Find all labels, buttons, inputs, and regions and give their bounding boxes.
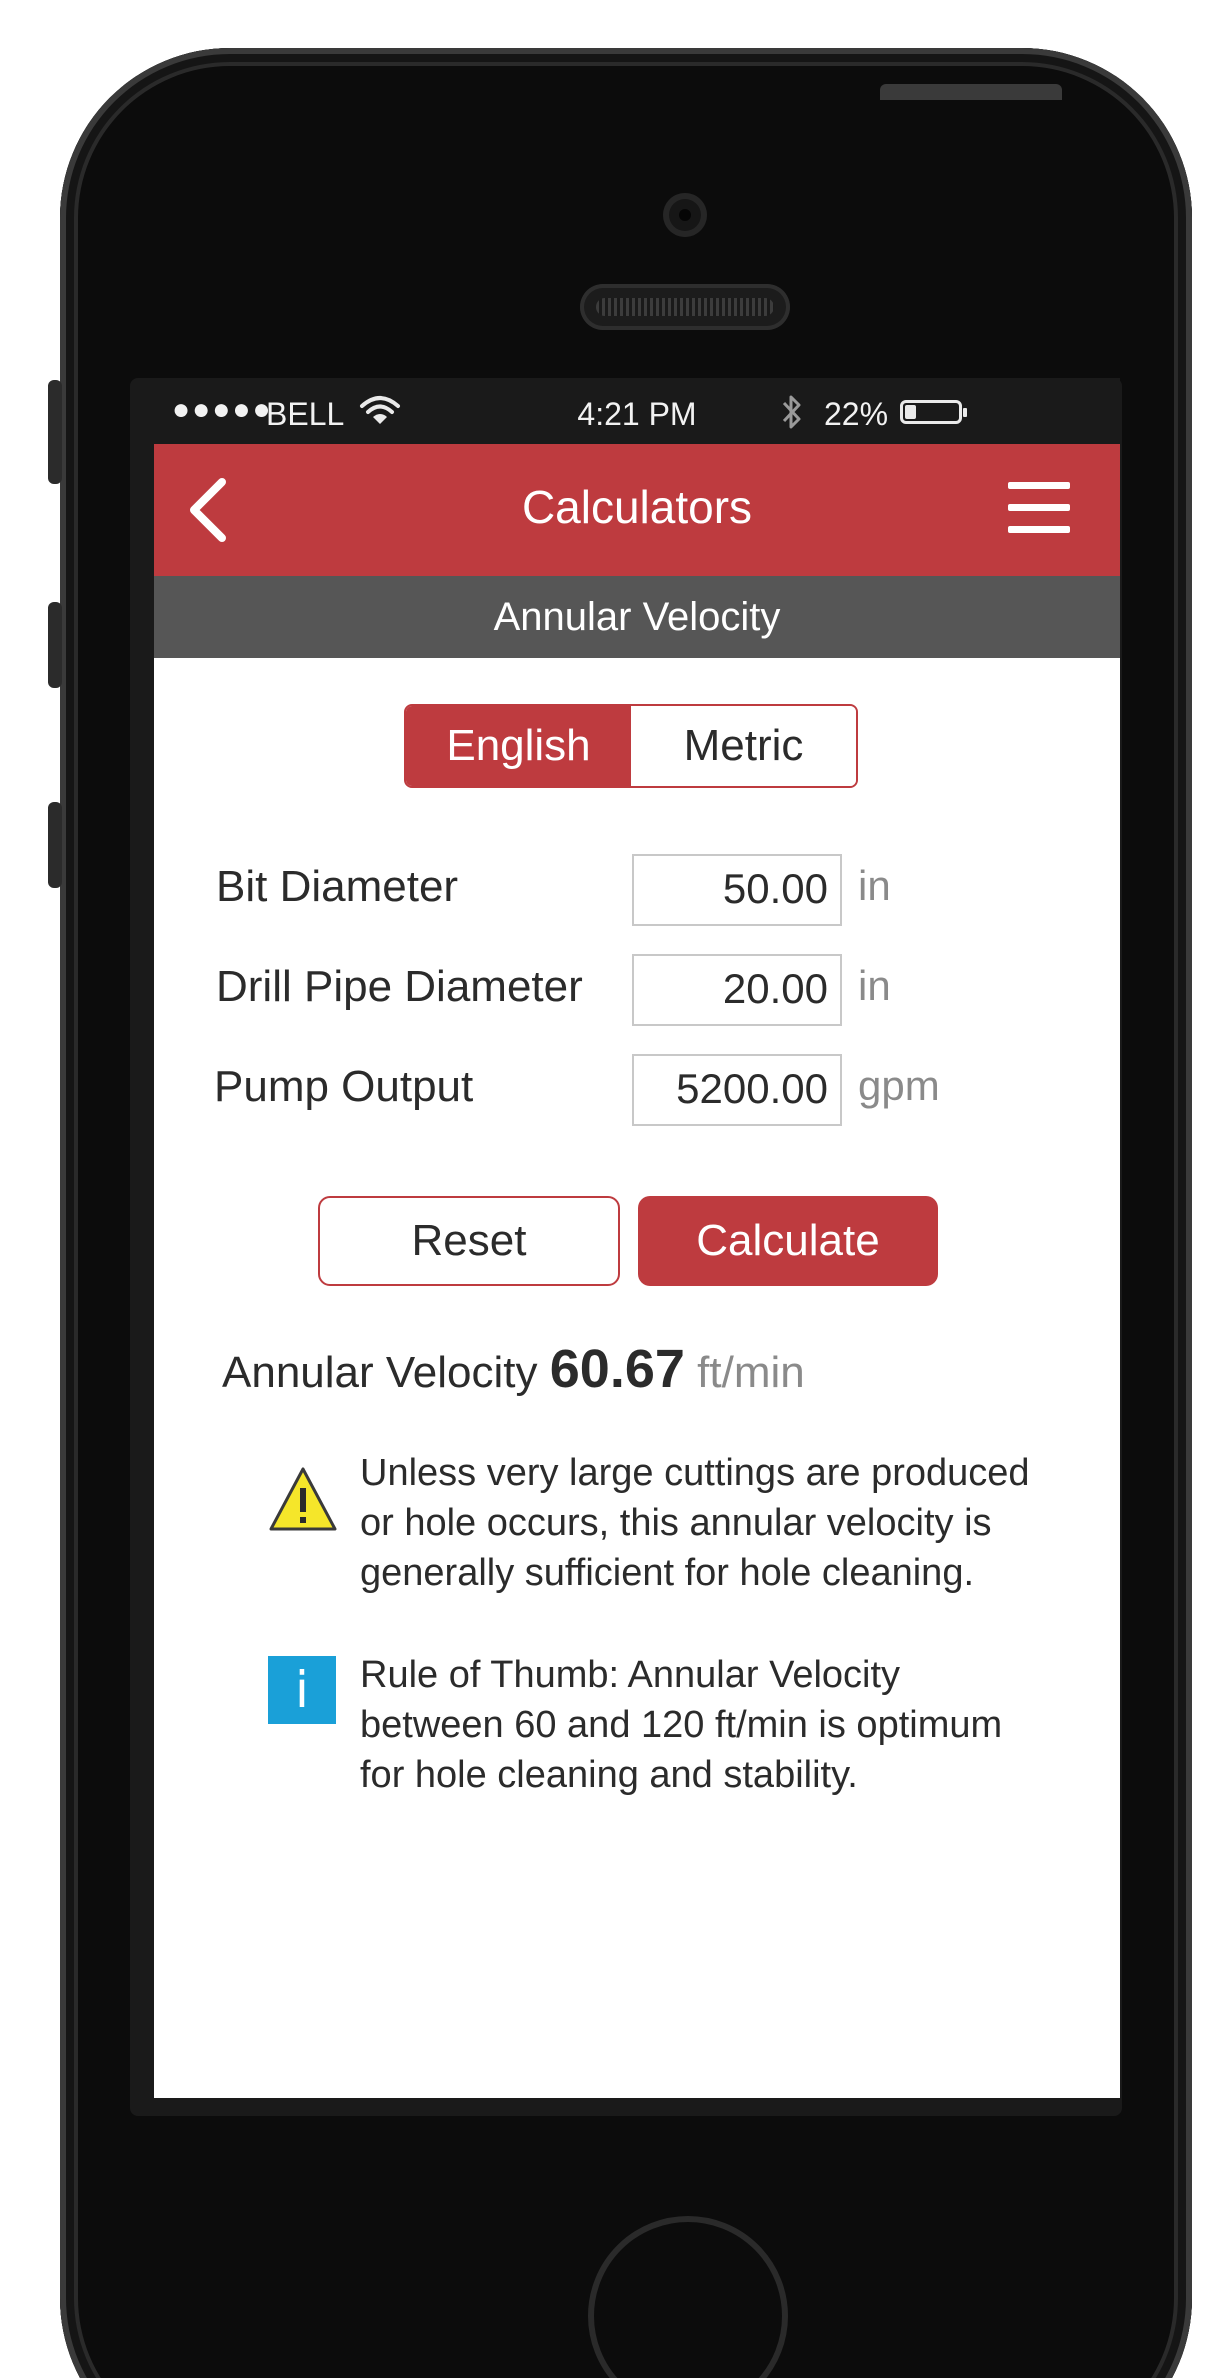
drill-pipe-diameter-unit: in <box>858 962 891 1009</box>
power-button <box>880 84 1062 100</box>
unit-toggle: English Metric <box>404 704 858 788</box>
volume-down-button <box>48 802 62 888</box>
info-line: Rule of Thumb: Annular Velocity <box>360 1654 901 1696</box>
nav-bar: Calculators <box>154 444 1120 576</box>
calculator-title: Annular Velocity <box>154 576 1120 658</box>
drill-pipe-diameter-label: Drill Pipe Diameter <box>216 962 583 1011</box>
warning-line: Unless very large cuttings are produced <box>360 1452 1030 1494</box>
clock: 4:21 PM <box>577 396 697 432</box>
result-label: Annular Velocity <box>222 1348 538 1397</box>
page-title: Calculators <box>521 481 753 533</box>
front-camera <box>663 193 707 237</box>
drill-pipe-diameter-row: Drill Pipe Diameter 20.00 in <box>154 954 1120 1026</box>
info-line: between 60 and 120 ft/min is optimum <box>360 1704 1003 1746</box>
result-line: Annular Velocity 60.67 ft/min <box>222 1338 805 1400</box>
bluetooth-icon <box>782 395 801 429</box>
battery-icon <box>900 400 967 424</box>
result-unit: ft/min <box>697 1348 805 1397</box>
pump-output-input[interactable]: 5200.00 <box>632 1054 842 1126</box>
info-line: for hole cleaning and stability. <box>360 1754 858 1796</box>
mute-switch <box>48 380 62 484</box>
reset-button[interactable]: Reset <box>318 1196 620 1286</box>
warning-line: or hole occurs, this annular velocity is <box>360 1502 992 1544</box>
warning-text: Unless very large cuttings are produced … <box>360 1448 1080 1598</box>
hamburger-menu-icon[interactable] <box>1008 482 1070 534</box>
info-icon: i <box>268 1656 336 1724</box>
result-value: 60.67 <box>549 1339 685 1399</box>
battery-fill <box>905 405 916 419</box>
warning-icon <box>269 1467 337 1531</box>
warning-line: generally sufficient for hole cleaning. <box>360 1552 975 1594</box>
bit-diameter-unit: in <box>858 862 891 909</box>
earpiece-speaker <box>580 284 790 330</box>
pump-output-label: Pump Output <box>214 1062 474 1111</box>
pump-output-row: Pump Output 5200.00 gpm <box>154 1054 1120 1126</box>
app-screen: ●●●●● BELL 4:21 PM 22% Calculators Annul… <box>154 378 1120 2098</box>
toggle-metric[interactable]: Metric <box>631 706 856 786</box>
toggle-english[interactable]: English <box>406 706 631 786</box>
status-bar: ●●●●● BELL 4:21 PM 22% <box>154 378 1120 444</box>
bit-diameter-label: Bit Diameter <box>216 862 459 911</box>
battery-percentage: 22% <box>824 396 889 432</box>
calculate-button[interactable]: Calculate <box>638 1196 938 1286</box>
bit-diameter-row: Bit Diameter 50.00 in <box>154 854 1120 926</box>
drill-pipe-diameter-input[interactable]: 20.00 <box>632 954 842 1026</box>
info-text: Rule of Thumb: Annular Velocity between … <box>360 1650 1080 1800</box>
bit-diameter-input[interactable]: 50.00 <box>632 854 842 926</box>
home-button[interactable] <box>588 2216 788 2378</box>
volume-up-button <box>48 602 62 688</box>
pump-output-unit: gpm <box>858 1062 940 1109</box>
